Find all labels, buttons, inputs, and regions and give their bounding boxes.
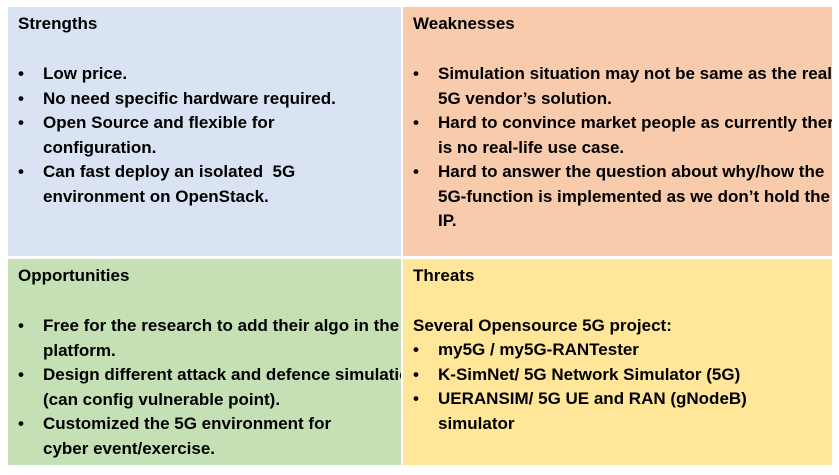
bullet-icon: •	[18, 365, 24, 384]
list-item: • Open Source and flexible for configurat…	[18, 111, 313, 160]
list-item: • Hard to answer the question about why/h…	[413, 160, 832, 234]
threats-intro: Several Opensource 5G project:	[413, 316, 672, 335]
swot-matrix: Strengths • Low price. • No need specific …	[8, 7, 832, 465]
list-item: • Can fast deploy an isolated 5G environm…	[18, 160, 343, 209]
strengths-quadrant: Strengths • Low price. • No need specific …	[8, 7, 403, 259]
list-item: • Design different attack and defence sim…	[18, 363, 403, 412]
list-item-text: Customized the 5G environment for cyber …	[43, 414, 332, 458]
weaknesses-title: Weaknesses	[413, 14, 515, 33]
list-item: • Free for the research to add their algo…	[18, 314, 401, 363]
threats-list: • my5G / my5G-RANTester • K-SimNet/ 5G Net…	[413, 338, 824, 436]
list-item-text: No need specific hardware required.	[43, 88, 336, 108]
list-item-text: K-SimNet/ 5G Network Simulator (5G)	[438, 364, 741, 384]
list-item-text: Design different attack and defence simu…	[43, 365, 403, 409]
list-item: • Customized the 5G environment for cyber…	[18, 412, 373, 461]
weaknesses-list: • Simulation situation may not be same as…	[413, 62, 832, 234]
list-item: • Hard to convince market people as curre…	[413, 111, 832, 160]
list-item: • Low price.	[18, 62, 373, 87]
list-item-text: Open Source and flexible for configurati…	[43, 113, 275, 157]
list-item-text: Hard to convince market people as curren…	[438, 113, 832, 157]
list-item-text: Can fast deploy an isolated 5G environme…	[43, 162, 300, 206]
bullet-icon: •	[18, 414, 24, 433]
bullet-icon: •	[413, 389, 419, 408]
opportunities-title: Opportunities	[18, 266, 130, 285]
bullet-icon: •	[413, 113, 419, 132]
bullet-icon: •	[18, 316, 24, 335]
list-item: • No need specific hardware required.	[18, 87, 383, 112]
bullet-icon: •	[18, 88, 24, 108]
threats-quadrant: Threats Several Opensource 5G project: •…	[403, 259, 832, 465]
opportunities-quadrant: Opportunities • Free for the research to …	[8, 259, 403, 465]
threats-title: Threats	[413, 266, 475, 285]
list-item: • K-SimNet/ 5G Network Simulator (5G)	[413, 363, 832, 388]
bullet-icon: •	[18, 113, 24, 132]
strengths-list: • Low price. • No need specific hardware r…	[18, 62, 393, 209]
list-item-text: my5G / my5G-RANTester	[438, 340, 639, 359]
list-item-text: Simulation situation may not be same as …	[438, 64, 832, 108]
bullet-icon: •	[413, 64, 419, 83]
bullet-icon: •	[413, 162, 419, 181]
list-item-text: Low price.	[43, 64, 128, 83]
bullet-icon: •	[18, 162, 24, 181]
weaknesses-quadrant: Weaknesses • Simulation situation may not…	[403, 7, 832, 259]
list-item: • my5G / my5G-RANTester	[413, 338, 832, 363]
bullet-icon: •	[413, 364, 419, 384]
opportunities-list: • Free for the research to add their algo…	[18, 314, 401, 461]
list-item: • Simulation situation may not be same as…	[413, 62, 832, 111]
list-item-text: Hard to answer the question about why/ho…	[438, 162, 830, 230]
strengths-title: Strengths	[18, 14, 98, 33]
list-item: • UERANSIM/ 5G UE and RAN (gNodeB) simula…	[413, 387, 798, 436]
bullet-icon: •	[18, 64, 24, 83]
list-item-text: UERANSIM/ 5G UE and RAN (gNodeB) simulat…	[438, 389, 747, 433]
list-item-text: Free for the research to add their algo …	[43, 316, 400, 360]
bullet-icon: •	[413, 340, 419, 359]
